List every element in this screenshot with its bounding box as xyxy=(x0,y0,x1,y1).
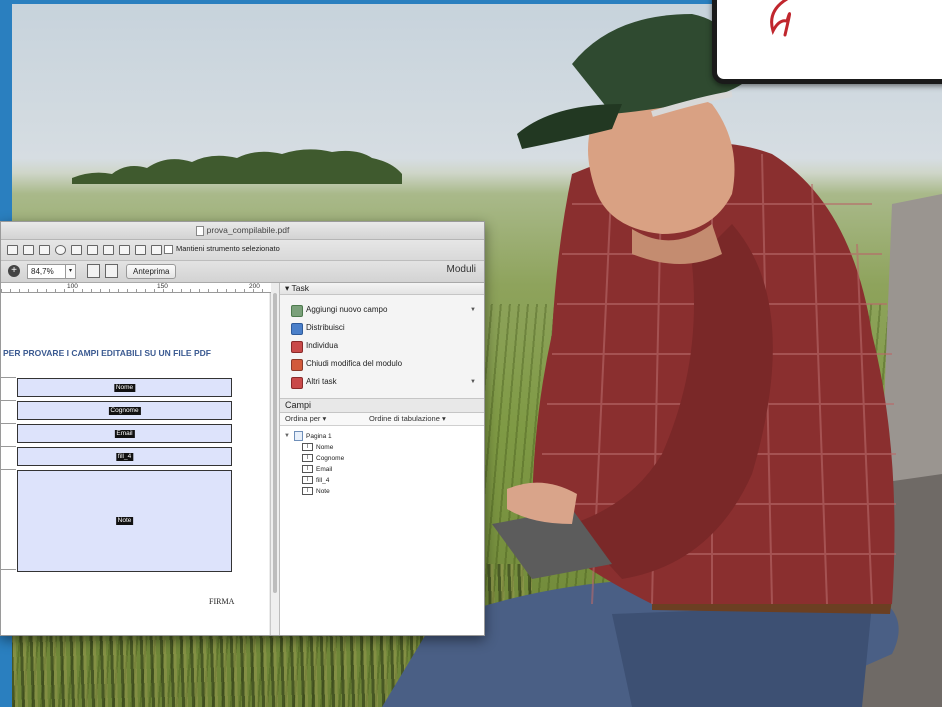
task-label: Aggiungi nuovo campo xyxy=(306,305,388,314)
chevron-down-icon: ▼ xyxy=(470,307,476,313)
task-section-header[interactable]: ▾ Task xyxy=(280,283,484,295)
form-field-fill-4[interactable]: fill_4 xyxy=(17,447,232,466)
acrobat-window: prova_compilabile.pdf Mantieni strumento… xyxy=(0,221,485,636)
view-toolbar: + 84,7% ▾ Anteprima Moduli xyxy=(1,261,484,283)
field-label: Note xyxy=(115,517,134,525)
fields-section-header[interactable]: Campi xyxy=(280,398,484,413)
tree-node-page[interactable]: ▼ Pagina 1 xyxy=(280,431,484,442)
task-more-tasks[interactable]: Altri task ▼ xyxy=(280,373,484,391)
page-icon xyxy=(294,431,303,442)
tree-field-label: Cognome xyxy=(316,455,345,462)
task-label: Altri task xyxy=(306,377,337,386)
tree-node-field[interactable]: I Cognome xyxy=(280,453,484,464)
checkbox-icon xyxy=(164,244,173,254)
text-field-icon: I xyxy=(302,487,313,496)
select-tool-icon[interactable] xyxy=(7,245,18,255)
tree-field-label: Email xyxy=(316,466,333,473)
row-divider xyxy=(1,569,16,570)
form-field-cognome[interactable]: Cognome xyxy=(17,401,232,420)
keep-tool-label: Mantieni strumento selezionato xyxy=(176,244,280,253)
table-tool-icon[interactable] xyxy=(151,245,162,255)
horizontal-ruler: 100 150 200 xyxy=(1,283,271,293)
forms-toolbar: Mantieni strumento selezionato xyxy=(1,240,484,261)
form-field-email[interactable]: Email xyxy=(17,424,232,443)
tree-node-field[interactable]: I Email xyxy=(280,464,484,475)
zoom-dropdown-chevron-icon[interactable]: ▾ xyxy=(65,264,76,279)
text-field-icon: I xyxy=(302,465,313,474)
keep-tool-selected-checkbox[interactable]: Mantieni strumento selezionato xyxy=(164,244,280,254)
pdf-document-icon xyxy=(195,225,204,236)
tree-node-field[interactable]: I Note xyxy=(280,486,484,497)
row-divider xyxy=(1,469,16,470)
task-label: Distribuisci xyxy=(306,323,345,332)
field-label: fill_4 xyxy=(115,452,134,461)
field-label: Nome xyxy=(113,383,136,392)
list-box-tool-icon[interactable] xyxy=(71,245,82,255)
disclosure-triangle-icon[interactable]: ▼ xyxy=(284,431,290,442)
task-label: Chiudi modifica del modulo xyxy=(306,359,403,368)
tree-node-field[interactable]: I Nome xyxy=(280,442,484,453)
signature-tool-icon[interactable] xyxy=(119,245,130,255)
fields-tree: ▼ Pagina 1 I Nome I Cognome I Email Ifill_4 … xyxy=(280,426,484,635)
fit-page-icon[interactable] xyxy=(105,264,118,278)
sort-by-dropdown[interactable]: Ordina per ▾ xyxy=(285,413,326,425)
forms-side-panel: ▾ Task Aggiungi nuovo campo ▼ Distribuis… xyxy=(279,283,484,635)
dropdown-tool-icon[interactable] xyxy=(87,245,98,255)
task-distribute[interactable]: Distribuisci xyxy=(280,319,484,337)
chevron-down-icon: ▼ xyxy=(470,379,476,385)
zoom-in-icon[interactable]: + xyxy=(8,265,20,277)
button-tool-icon[interactable] xyxy=(103,245,114,255)
task-add-new-field[interactable]: Aggiungi nuovo campo ▼ xyxy=(280,301,484,319)
close-form-edit-icon xyxy=(291,359,303,371)
radio-tool-icon[interactable] xyxy=(55,245,66,255)
signature-logo-icon xyxy=(770,0,792,37)
signature-label: FIRMA xyxy=(209,597,235,606)
task-header-label: Task xyxy=(291,283,309,293)
task-label: Individua xyxy=(306,341,339,350)
tree-field-label: Nome xyxy=(316,444,334,451)
scrollbar-thumb[interactable] xyxy=(273,293,277,593)
document-heading: PER PROVARE I CAMPI EDITABILI SU UN FILE… xyxy=(3,348,211,358)
task-locate[interactable]: Individua xyxy=(280,337,484,355)
field-label: Email xyxy=(114,429,135,438)
row-divider xyxy=(1,446,16,447)
save-icon[interactable] xyxy=(87,264,100,278)
distribute-icon xyxy=(291,323,303,335)
checkbox-tool-icon[interactable] xyxy=(39,245,50,255)
form-field-note[interactable]: Note xyxy=(17,470,232,572)
tree-node-field[interactable]: Ifill_4 xyxy=(280,475,484,486)
ruler-tick: 100 xyxy=(67,283,78,290)
row-divider xyxy=(1,377,16,378)
barcode-tool-icon[interactable] xyxy=(135,245,146,255)
window-titlebar[interactable]: prova_compilabile.pdf xyxy=(1,222,484,240)
forms-panel-title[interactable]: Moduli xyxy=(447,264,476,275)
ruler-tick: 150 xyxy=(157,283,168,290)
ruler-tick: 200 xyxy=(249,283,260,290)
tab-order-label: Ordine di tabulazione xyxy=(369,414,440,423)
text-field-icon: I xyxy=(302,443,313,452)
zoom-input[interactable]: 84,7% xyxy=(27,264,66,279)
preview-button[interactable]: Anteprima xyxy=(126,264,177,279)
text-field-tool-icon[interactable] xyxy=(23,245,34,255)
row-divider xyxy=(1,400,16,401)
tree-page-label: Pagina 1 xyxy=(306,433,332,440)
more-tasks-icon xyxy=(291,377,303,389)
text-field-icon: I xyxy=(302,476,313,485)
locate-icon xyxy=(291,341,303,353)
fields-sort-row: Ordina per ▾ Ordine di tabulazione ▾ xyxy=(280,413,484,426)
tab-order-dropdown[interactable]: Ordine di tabulazione ▾ xyxy=(369,413,446,425)
task-close-form-edit[interactable]: Chiudi modifica del modulo xyxy=(280,355,484,373)
tree-field-label: Note xyxy=(316,488,330,495)
sort-by-label: Ordina per xyxy=(285,414,321,423)
tree-field-label: fill_4 xyxy=(316,477,330,484)
text-field-icon: I xyxy=(302,454,313,463)
app-logo-card xyxy=(712,0,942,84)
row-divider xyxy=(1,423,16,424)
field-label: Cognome xyxy=(108,406,141,415)
window-title: prova_compilabile.pdf xyxy=(206,225,290,235)
form-field-nome[interactable]: Nome xyxy=(17,378,232,397)
pdf-page: PER PROVARE I CAMPI EDITABILI SU UN FILE… xyxy=(1,293,269,635)
add-field-icon xyxy=(291,305,303,317)
